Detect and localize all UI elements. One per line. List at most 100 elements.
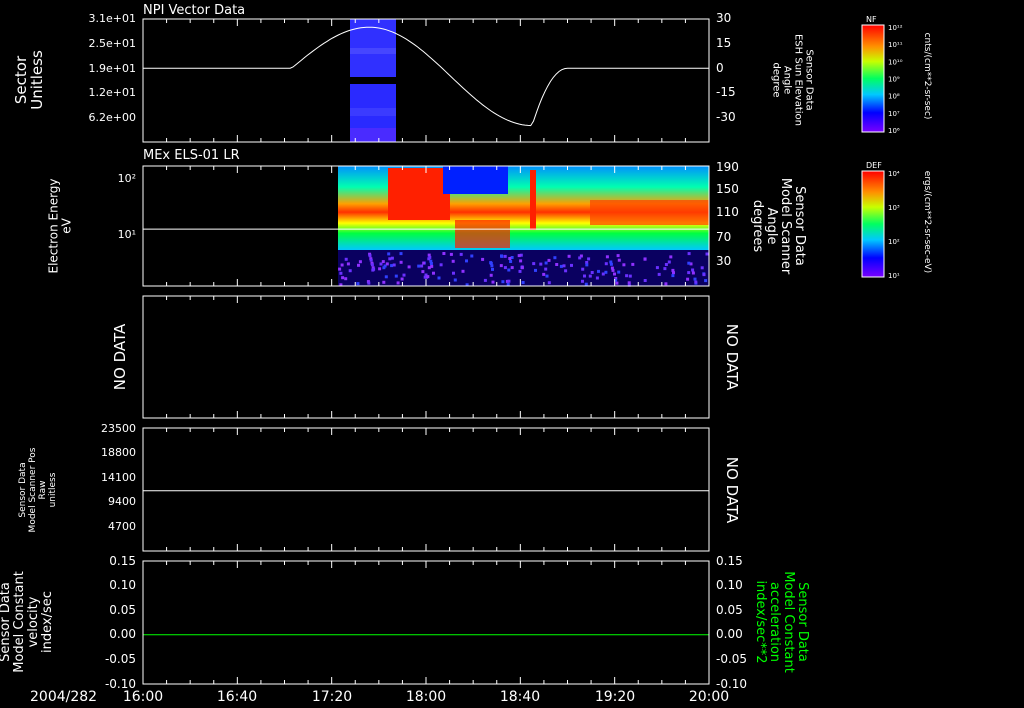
els-dot xyxy=(663,267,667,271)
cbar-def-units: ergs/(cm**2-sr-sec-eV) xyxy=(922,171,932,273)
panel2-right-label: Sensor DataModel ScannerAngledegrees xyxy=(750,178,807,275)
els-dot xyxy=(604,262,608,266)
els-dot xyxy=(489,273,493,277)
els-dot xyxy=(687,252,691,256)
els-dot xyxy=(369,258,373,262)
p2-rtick: 70 xyxy=(716,230,731,244)
els-dot xyxy=(465,259,468,263)
els-dot xyxy=(358,260,362,264)
els-dot xyxy=(664,282,668,286)
cbar-tick: 10¹ xyxy=(888,272,900,280)
els-dot xyxy=(643,257,647,261)
panel-els: MEx ELS-01 LR 10² 10¹ 190 150 110 70 30 … xyxy=(47,148,807,287)
panel2-title: MEx ELS-01 LR xyxy=(143,148,240,163)
panel1-right-label: Sensor DataESH Sun ElevationAngledegree xyxy=(771,34,815,126)
p2-rtick: 190 xyxy=(716,160,739,174)
els-dot xyxy=(597,269,600,273)
els-dot xyxy=(664,263,668,266)
els-dot xyxy=(503,266,507,270)
panel-tickmarks xyxy=(142,19,710,684)
els-dot xyxy=(506,282,510,286)
panel-npi: NPI Vector Data 3.1e+01 2.5e+01 1.9e+01 … xyxy=(12,3,815,143)
els-dot xyxy=(442,252,446,255)
els-dot xyxy=(657,272,661,276)
els-dot xyxy=(370,263,374,267)
els-dot xyxy=(427,257,431,261)
cbar-tick: 10³ xyxy=(888,204,900,212)
els-dot xyxy=(491,280,495,284)
els-dot xyxy=(547,281,551,285)
plot-canvas: NPI Vector Data 3.1e+01 2.5e+01 1.9e+01 … xyxy=(0,3,932,705)
els-dot xyxy=(518,269,522,273)
p5-rtick: 0.00 xyxy=(716,627,743,641)
p2-rtick: 150 xyxy=(716,182,739,196)
npi-block-stripe xyxy=(350,48,396,54)
cbar-tick: 10⁴ xyxy=(888,170,900,178)
els-dot xyxy=(588,274,592,278)
els-dot xyxy=(339,271,343,275)
els-dot xyxy=(655,266,659,270)
els-dot xyxy=(481,257,485,261)
cbar-tick: 10⁸ xyxy=(888,93,900,101)
els-dot xyxy=(628,274,632,278)
els-dot xyxy=(384,275,388,279)
els-dot xyxy=(432,271,435,275)
els-dot xyxy=(667,260,671,264)
els-dot xyxy=(372,267,376,271)
els-dot xyxy=(407,265,411,269)
els-dot xyxy=(534,268,537,272)
cbar-nf-gradient xyxy=(861,24,885,133)
els-dot xyxy=(509,260,513,263)
els-dot xyxy=(542,272,546,276)
els-dot xyxy=(584,282,588,286)
els-dot xyxy=(510,266,514,270)
els-dot xyxy=(564,269,568,273)
els-dot xyxy=(382,280,386,284)
els-dot xyxy=(348,269,352,273)
els-dot xyxy=(368,254,372,258)
els-dot xyxy=(507,279,511,283)
els-dot xyxy=(388,257,392,261)
els-dot xyxy=(570,263,573,267)
panel-nodata: NO DATA NO DATA xyxy=(111,295,741,419)
els-dot xyxy=(417,264,421,268)
cbar-tick: 10¹⁰ xyxy=(888,58,903,66)
els-dot xyxy=(437,276,441,280)
els-dot xyxy=(500,254,503,258)
els-dot xyxy=(387,252,391,256)
panel3-right-nodata: NO DATA xyxy=(723,324,741,391)
p2-rtick: 30 xyxy=(716,254,731,268)
els-dot xyxy=(547,258,551,262)
panel5-left-axis: 0.15 0.10 0.05 0.00 -0.05 -0.10 xyxy=(105,554,136,691)
els-dot xyxy=(344,257,348,261)
els-dot xyxy=(459,252,463,256)
els-dot xyxy=(604,270,608,274)
els-dot xyxy=(421,270,425,274)
els-dot xyxy=(340,263,344,267)
els-dot xyxy=(539,262,543,266)
els-dot xyxy=(394,274,398,278)
els-dot xyxy=(704,279,708,283)
els-dot xyxy=(399,252,403,256)
p1-ytick: 3.1e+01 xyxy=(89,12,136,25)
els-dot xyxy=(590,271,594,274)
time-tick: 19:20 xyxy=(595,689,635,705)
els-dot xyxy=(461,269,465,273)
p2-ytick: 10¹ xyxy=(118,228,136,241)
els-dot xyxy=(517,254,521,258)
time-axis: 2004/282 16:00 16:40 17:20 18:00 18:40 1… xyxy=(30,689,729,705)
panel-velocity: 0.15 0.10 0.05 0.00 -0.05 -0.10 0.15 0.1… xyxy=(0,554,810,691)
els-dot xyxy=(422,261,426,265)
panel1-right-axis: 30 15 0 -15 -30 xyxy=(716,11,736,124)
els-dot xyxy=(491,267,494,271)
els-dot xyxy=(671,274,675,278)
els-dot xyxy=(687,261,691,265)
els-low-burst xyxy=(455,220,510,248)
els-dot xyxy=(693,277,697,281)
els-dot xyxy=(581,279,584,283)
date-label: 2004/282 xyxy=(30,689,97,705)
els-dot xyxy=(503,254,507,258)
els-dot xyxy=(532,262,536,266)
p5-ytick: 0.00 xyxy=(109,627,136,641)
els-dot xyxy=(702,273,706,277)
